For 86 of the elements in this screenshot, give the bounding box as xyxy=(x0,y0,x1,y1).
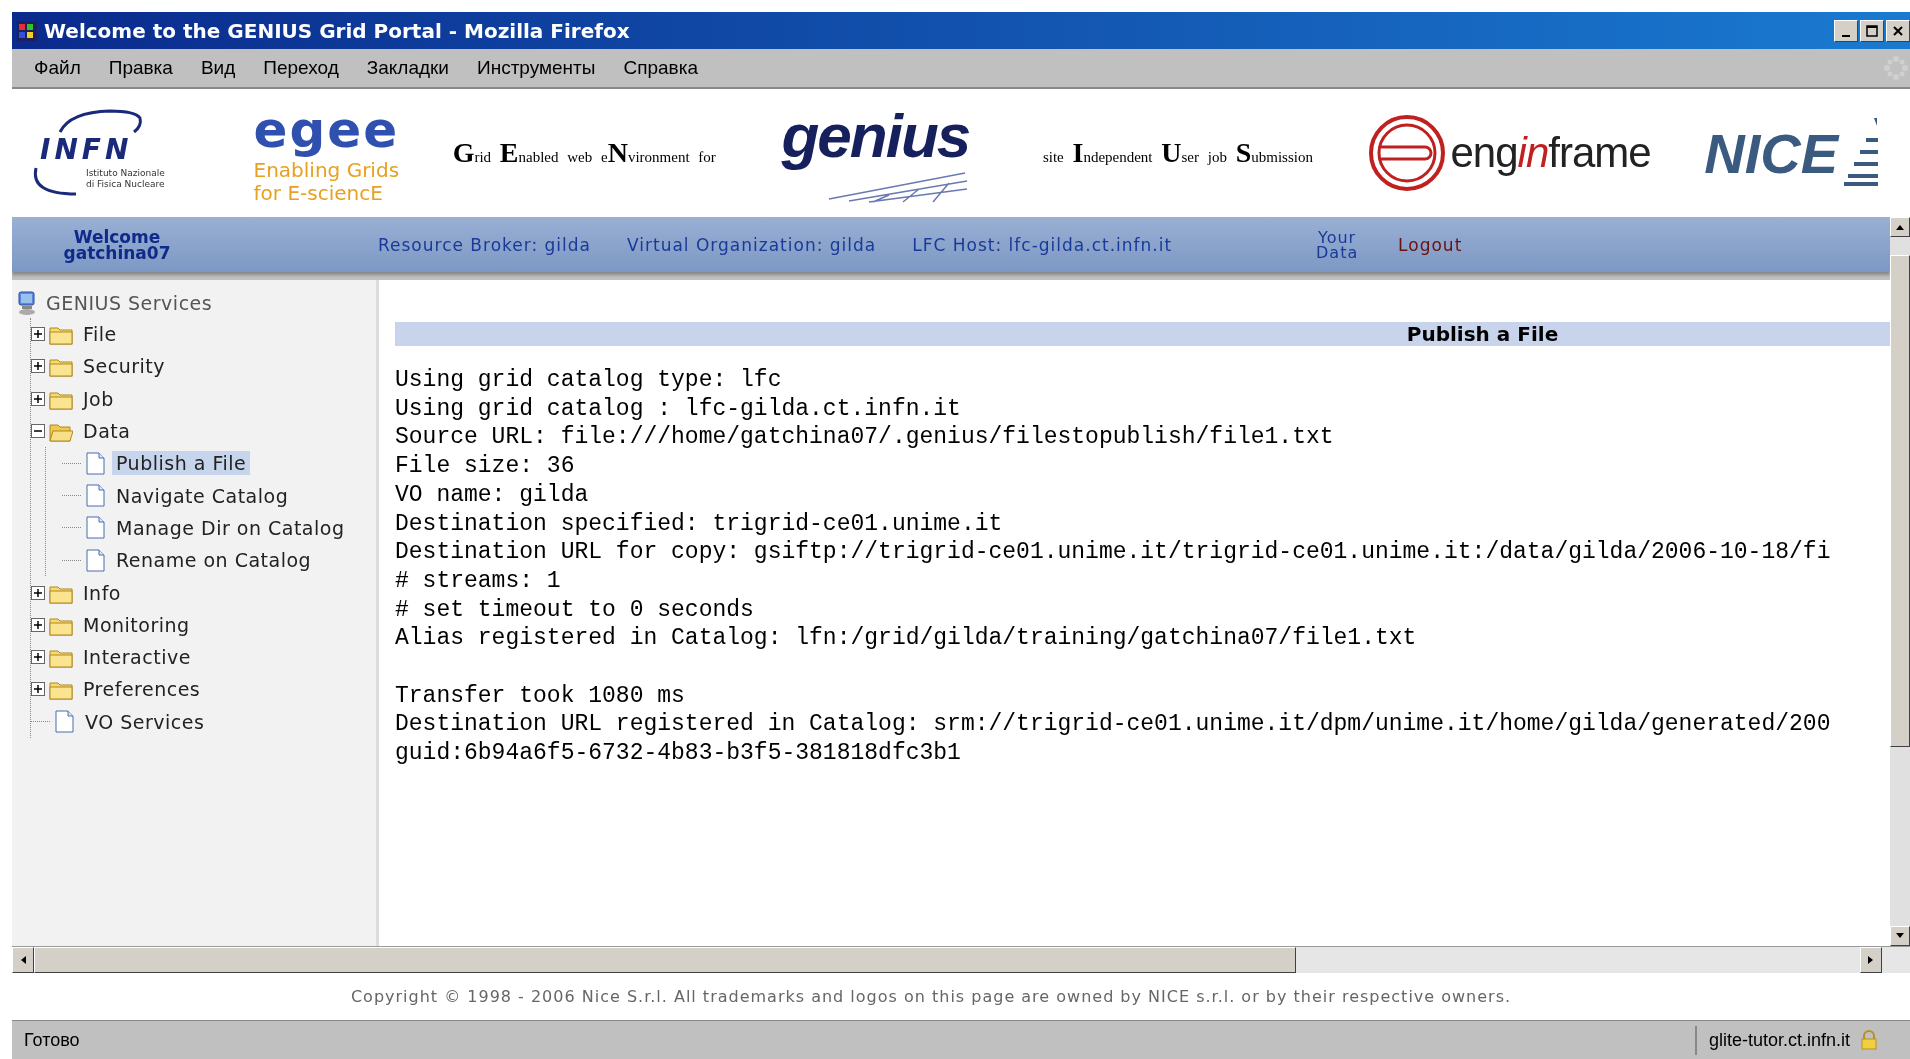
tree-item[interactable]: Rename on Catalog xyxy=(112,548,316,573)
info-link[interactable]: Resource Broker: gilda xyxy=(378,234,591,255)
log-line: Using grid catalog : lfc-gilda.ct.infn.it xyxy=(395,394,962,424)
expand-icon[interactable] xyxy=(31,327,45,342)
close-button[interactable] xyxy=(1886,19,1910,42)
expand-icon[interactable] xyxy=(31,682,45,697)
arrow-right-icon[interactable] xyxy=(1867,955,1875,965)
logo-tagline: for E-sciencE xyxy=(253,182,383,205)
welcome-text: Welcome gatchina07 xyxy=(62,228,172,261)
lock-icon xyxy=(1860,1030,1878,1050)
tree-item[interactable]: Interactive xyxy=(79,645,195,670)
tree-item[interactable]: Security xyxy=(79,354,170,379)
document-icon xyxy=(54,710,75,734)
acronym-text: site Independent User job Submission xyxy=(1042,137,1313,169)
log-line: Transfer took 1080 ms xyxy=(395,681,686,711)
info-link[interactable]: LFC Host: lfc-gilda.ct.infn.it xyxy=(912,234,1173,255)
log-line: guid:6b94a6f5-6732-4b83-b3f5-381818dfc3b1 xyxy=(395,739,962,768)
minimize-icon xyxy=(1842,34,1850,37)
logo-tagline: Enabling Grids xyxy=(253,159,400,182)
logo-subtitle: di Fisica Nucleare xyxy=(86,179,165,190)
document-icon xyxy=(85,548,106,572)
expand-icon[interactable] xyxy=(31,650,45,665)
arrow-left-icon[interactable] xyxy=(19,955,27,965)
tree-item[interactable]: Data xyxy=(79,419,135,444)
menu-item[interactable]: Файл xyxy=(22,55,93,81)
expand-icon[interactable] xyxy=(31,617,45,632)
log-line: VO name: gilda xyxy=(395,480,590,510)
log-line: Source URL: file:///home/gatchina07/.genius/filestopublish/file1.txt xyxy=(395,423,1335,453)
logo-text: INFN xyxy=(40,134,134,166)
maximize-button[interactable] xyxy=(1860,19,1884,42)
logo-text: egee xyxy=(253,101,400,159)
vertical-scrollbar[interactable] xyxy=(1890,217,1910,946)
log-line: Destination URL for copy: gsiftp://trigrid-ce01.unime.it/trigrid-ce01.unime.it:/data/gilda/2006-10-18/fi xyxy=(395,538,1832,567)
computer-icon xyxy=(16,290,38,316)
app-icon xyxy=(16,19,38,42)
logout-link[interactable]: Logout xyxy=(1398,234,1463,255)
menu-item[interactable]: Инструменты xyxy=(465,55,608,81)
tree-item[interactable]: Monitoring xyxy=(79,612,194,637)
expand-icon[interactable] xyxy=(31,391,45,406)
tree-item[interactable]: Publish a File xyxy=(112,451,251,476)
document-icon xyxy=(85,451,106,475)
arrow-down-icon[interactable] xyxy=(1895,932,1905,940)
logo-text: genius xyxy=(781,103,971,169)
log-line: Alias registered in Catalog: lfn:/grid/gilda/training/gatchina07/file1.txt xyxy=(395,624,1418,654)
window-title: Welcome to the GENIUS Grid Portal - Mozilla Firefox xyxy=(44,18,631,43)
menu-item[interactable]: Закладки xyxy=(354,55,461,81)
tree-item[interactable]: Preferences xyxy=(79,677,205,702)
logo-text: NICE xyxy=(1704,120,1838,186)
document-icon xyxy=(85,516,106,540)
close-icon xyxy=(1892,24,1904,37)
menu-item[interactable]: Правка xyxy=(96,55,185,81)
logo-text: enginframe xyxy=(1450,129,1651,177)
tree-item[interactable]: VO Services xyxy=(81,709,209,734)
tree-item[interactable]: Manage Dir on Catalog xyxy=(112,515,349,540)
expand-icon[interactable] xyxy=(31,359,45,374)
log-line: Destination URL registered in Catalog: srm://trigrid-ce01.unime.it/dpm/unime.it/home/gilda/generated/200 xyxy=(395,710,1832,740)
log-line: # set timeout to 0 seconds xyxy=(395,595,755,625)
menu-item[interactable]: Вид xyxy=(188,55,248,81)
horizontal-scrollbar[interactable] xyxy=(12,946,1910,973)
tree-item[interactable]: Navigate Catalog xyxy=(112,483,293,508)
tree-root-label[interactable]: GENIUS Services xyxy=(46,292,213,314)
tree-item[interactable]: Job xyxy=(79,386,118,411)
ring-logo-icon xyxy=(1366,113,1447,193)
arrow-up-icon[interactable] xyxy=(1895,223,1905,231)
data-link[interactable]: Your Data xyxy=(1312,229,1363,260)
menu-item[interactable]: Справка xyxy=(611,55,710,81)
host-name: glite-tutor.ct.infn.it xyxy=(1708,1029,1850,1051)
copyright-text: Copyright © 1998 - 2006 Nice S.r.l. All trademarks and logos on this page are owned by NICE s.r.l. or by their respective owners. xyxy=(12,973,1910,1020)
log-line: File size: 36 xyxy=(395,452,576,481)
info-link[interactable]: Virtual Organization: gilda xyxy=(627,234,877,255)
tree-item[interactable]: File xyxy=(79,322,121,347)
stripes-icon xyxy=(1844,118,1880,188)
log-line: # streams: 1 xyxy=(395,566,562,596)
maximize-icon xyxy=(1866,24,1878,37)
acronym-text: Grid Enabled web eNvironment for xyxy=(452,137,716,169)
collapse-icon[interactable] xyxy=(31,424,45,439)
log-line: Destination specified: trigrid-ce01.unime.it xyxy=(395,509,1004,539)
menu-item[interactable]: Переход xyxy=(251,55,351,81)
document-icon xyxy=(85,484,106,508)
minimize-button[interactable] xyxy=(1834,19,1858,42)
page-heading: Publish a File xyxy=(395,322,1890,346)
logo-subtitle: Istituto Nazionale xyxy=(86,168,165,179)
log-line: Using grid catalog type: lfc xyxy=(395,366,783,395)
expand-icon[interactable] xyxy=(31,585,45,600)
tree-item[interactable]: Info xyxy=(79,580,125,605)
status-text: Готово xyxy=(23,1029,81,1051)
